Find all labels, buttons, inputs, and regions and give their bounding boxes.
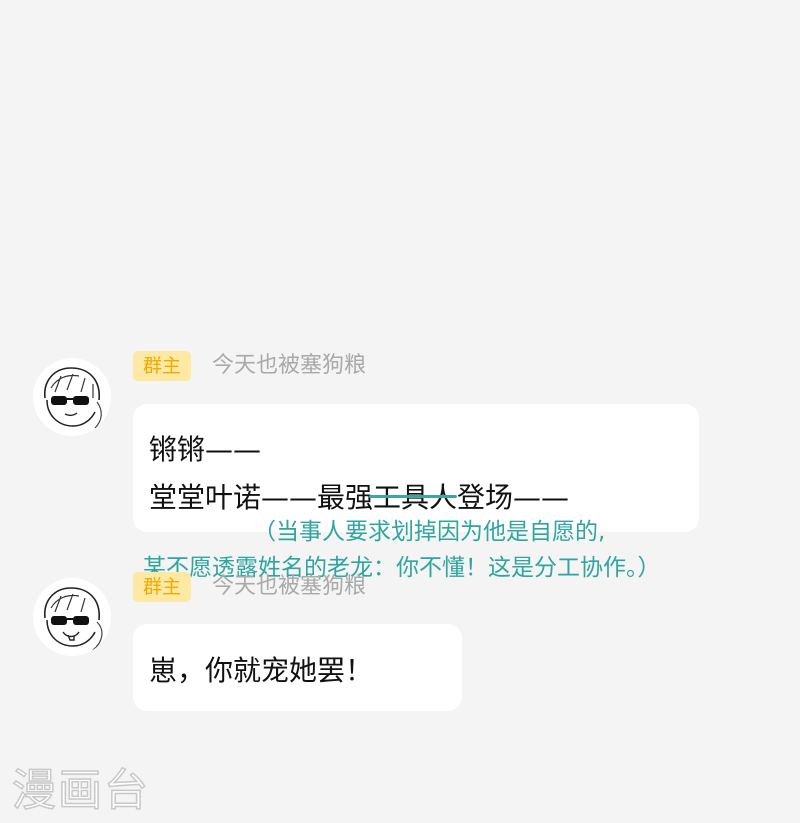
avatar[interactable] <box>33 358 111 436</box>
group-owner-badge: 群主 <box>133 572 192 602</box>
message-text: 堂堂叶诺——最强工具人 登场—— <box>149 476 569 516</box>
strikethrough-mark <box>369 495 458 498</box>
struck-through-text: 工具人 <box>369 476 458 516</box>
message-text: 锵锵—— <box>149 433 262 466</box>
sender-name: 今天也被塞狗粮 <box>212 353 367 378</box>
message-text-segment: 登场—— <box>457 481 570 514</box>
sender-name: 今天也被塞狗粮 <box>212 574 367 599</box>
annotation-line: （当事人要求划掉因为他是自愿的, <box>253 519 606 545</box>
message-text: 崽，你就宠她罢！ <box>149 654 374 687</box>
group-owner-badge: 群主 <box>133 351 192 381</box>
message-bubble[interactable]: 崽，你就宠她罢！ <box>133 624 462 711</box>
watermark-logo: 漫画台 <box>11 764 150 817</box>
sunglasses-character-avatar-icon <box>44 367 102 429</box>
message-text-segment: 堂堂叶诺——最强 <box>149 481 374 514</box>
sunglasses-character-avatar-icon <box>44 587 103 651</box>
avatar[interactable] <box>33 578 111 656</box>
